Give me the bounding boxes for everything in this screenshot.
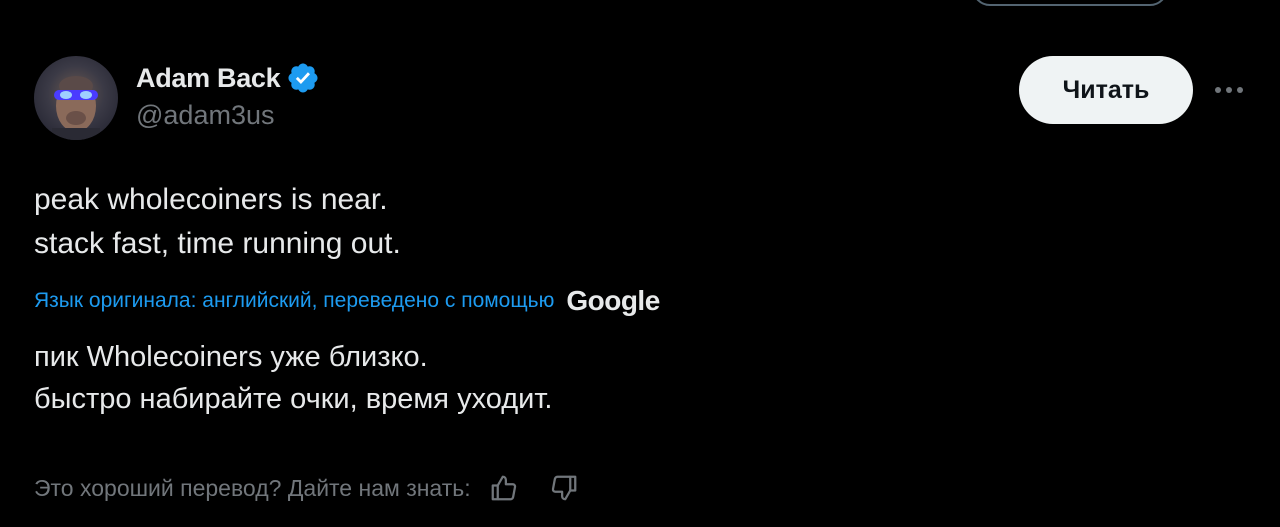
feedback-prompt: Это хороший перевод? Дайте нам знать:	[34, 474, 471, 501]
tweet-text: peak wholecoiners is near. stack fast, t…	[34, 183, 401, 260]
translation-note[interactable]: Язык оригинала: английский, переведено с…	[34, 284, 660, 318]
top-button-edge	[972, 0, 1168, 6]
author-handle[interactable]: @adam3us	[136, 100, 274, 131]
more-horizontal-icon	[1215, 87, 1243, 93]
verified-badge-icon	[286, 61, 320, 95]
translation-feedback: Это хороший перевод? Дайте нам знать:	[34, 468, 581, 508]
translated-text: пик Wholecoiners уже близко. быстро наби…	[34, 341, 553, 415]
author-name[interactable]: Adam Back	[136, 63, 281, 94]
avatar[interactable]	[34, 56, 118, 140]
thumbs-up-icon[interactable]	[487, 471, 521, 505]
avatar-image	[52, 76, 100, 140]
more-options-button[interactable]	[1212, 80, 1246, 100]
follow-button[interactable]: Читать	[1019, 56, 1193, 124]
translation-note-text: Язык оригинала: английский, переведено с…	[34, 289, 555, 312]
google-logo: Google	[566, 285, 660, 316]
author-name-row[interactable]: Adam Back	[136, 58, 320, 98]
thumbs-down-icon[interactable]	[547, 471, 581, 505]
